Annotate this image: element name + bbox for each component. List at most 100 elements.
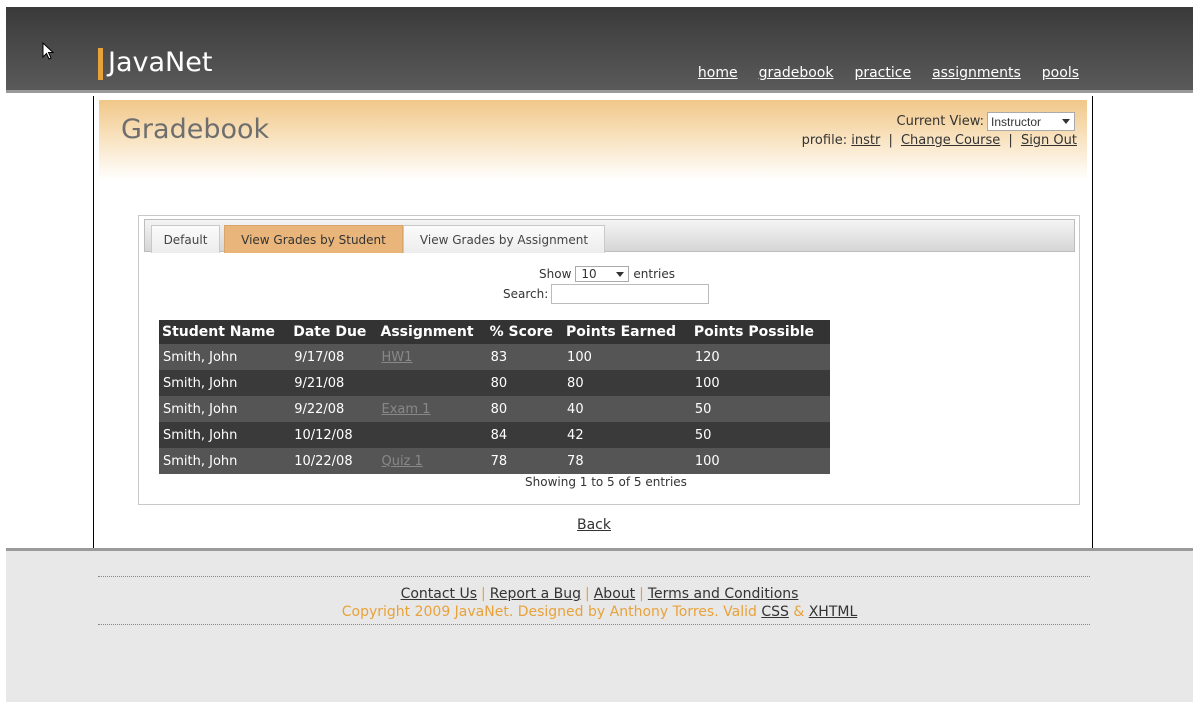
column-header-score[interactable]: % Score [486,320,564,344]
view-select[interactable]: Instructor [987,112,1075,131]
cell-score: 84 [486,422,564,448]
cell-points-earned: 40 [563,396,691,422]
nav-link-gradebook[interactable]: gradebook [759,65,834,81]
cell-student-name: Smith, John [159,448,291,474]
cell-assignment: HW1 [377,344,487,370]
separator: | [639,586,644,602]
table-header-row: Student Name Date Due Assignment % Score… [159,320,830,344]
cell-assignment [377,422,487,448]
terms-link[interactable]: Terms and Conditions [648,586,799,602]
grades-table: Student Name Date Due Assignment % Score… [159,320,830,474]
tab-view-grades-by-assignment[interactable]: View Grades by Assignment [403,225,605,253]
column-header-date-due[interactable]: Date Due [290,320,378,344]
nav-link-pools[interactable]: pools [1042,65,1079,81]
current-view-label: Current View: [896,114,984,129]
cell-student-name: Smith, John [159,370,291,396]
show-entries: Show 10 entries [539,266,675,282]
nav-link-assignments[interactable]: assignments [932,65,1021,81]
cell-assignment: Exam 1 [377,396,487,422]
cell-score: 80 [486,370,564,396]
site-logo[interactable]: JavaNet [108,47,212,78]
cell-score: 83 [486,344,564,370]
show-label: Show [539,267,572,281]
column-header-points-earned[interactable]: Points Earned [563,320,691,344]
cell-points-possible: 100 [690,448,830,474]
separator: | [481,586,486,602]
about-link[interactable]: About [594,586,635,602]
column-header-assignment[interactable]: Assignment [377,320,487,344]
page-title: Gradebook [121,114,270,145]
table-row: Smith, John 9/17/08 HW1 83 100 120 [159,344,830,370]
cell-points-earned: 78 [563,448,691,474]
cell-points-possible: 120 [690,344,830,370]
site-header: JavaNet home gradebook practice assignme… [6,7,1193,93]
css-validation-link[interactable]: CSS [761,604,789,620]
cell-date-due: 9/21/08 [290,370,378,396]
mouse-cursor-icon [42,42,55,60]
nav-link-practice[interactable]: practice [854,65,911,81]
column-header-points-possible[interactable]: Points Possible [690,320,830,344]
grades-panel: Default View Grades by Student View Grad… [138,215,1080,505]
cell-date-due: 9/17/08 [290,344,378,370]
change-course-link[interactable]: Change Course [901,133,1000,148]
cell-points-earned: 100 [563,344,691,370]
assignment-link[interactable]: HW1 [382,350,413,365]
profile-label: profile: [801,133,848,148]
cell-student-name: Smith, John [159,396,291,422]
separator: | [888,133,893,148]
main-content: Gradebook Current View: Instructor profi… [93,96,1093,549]
footer-links: Contact Us | Report a Bug | About | Terms and … [6,586,1193,602]
table-row: Smith, John 10/22/08 Quiz 1 78 78 100 [159,448,830,474]
cell-date-due: 9/22/08 [290,396,378,422]
cell-date-due: 10/12/08 [290,422,378,448]
cell-assignment [377,370,487,396]
report-bug-link[interactable]: Report a Bug [490,586,581,602]
page-banner: Gradebook Current View: Instructor profi… [99,100,1087,180]
tab-bar: Default View Grades by Student View Grad… [144,219,1075,253]
current-view: Current View: Instructor [897,112,1075,131]
assignment-link[interactable]: Exam 1 [382,402,431,417]
cell-points-possible: 50 [690,396,830,422]
table-row: Smith, John 9/22/08 Exam 1 80 40 50 [159,396,830,422]
sign-out-link[interactable]: Sign Out [1021,133,1077,148]
footer-divider [98,624,1090,625]
nav-link-home[interactable]: home [698,65,738,81]
entries-length-value: 10 [581,267,597,281]
search-input[interactable] [551,284,710,304]
cell-assignment: Quiz 1 [377,448,487,474]
table-row: Smith, John 9/21/08 80 80 100 [159,370,830,396]
cell-date-due: 10/22/08 [290,448,378,474]
logo-accent-bar [98,48,103,80]
cell-score: 78 [486,448,564,474]
cell-points-earned: 80 [563,370,691,396]
chevron-down-icon [616,272,625,277]
contact-us-link[interactable]: Contact Us [401,586,477,602]
site-footer: Contact Us | Report a Bug | About | Terms and … [6,548,1193,702]
tab-view-grades-by-student[interactable]: View Grades by Student [224,225,403,253]
profile-bar: profile: instr | Change Course | Sign Ou… [802,133,1077,148]
assignment-link[interactable]: Quiz 1 [382,454,423,469]
separator: | [1008,133,1013,148]
tab-default[interactable]: Default [151,225,220,253]
table-info: Showing 1 to 5 of 5 entries [525,475,687,489]
cell-student-name: Smith, John [159,422,291,448]
xhtml-validation-link[interactable]: XHTML [809,604,858,620]
copyright-text: Copyright 2009 JavaNet. Designed by Anth… [341,604,757,620]
entries-label: entries [633,267,675,281]
search-row: Search: [503,284,710,304]
cell-points-earned: 42 [563,422,691,448]
cell-points-possible: 50 [690,422,830,448]
entries-length-select[interactable]: 10 [575,266,630,282]
cell-student-name: Smith, John [159,344,291,370]
column-header-student-name[interactable]: Student Name [159,320,291,344]
table-row: Smith, John 10/12/08 84 42 50 [159,422,830,448]
ampersand: & [793,604,805,620]
profile-user-link[interactable]: instr [851,133,880,148]
footer-divider [98,576,1090,577]
cell-score: 80 [486,396,564,422]
copyright: Copyright 2009 JavaNet. Designed by Anth… [6,604,1193,620]
search-label: Search: [503,287,549,301]
view-select-value: Instructor [991,114,1042,129]
back-link[interactable]: Back [577,517,611,533]
main-nav: home gradebook practice assignments pool… [698,65,1079,81]
